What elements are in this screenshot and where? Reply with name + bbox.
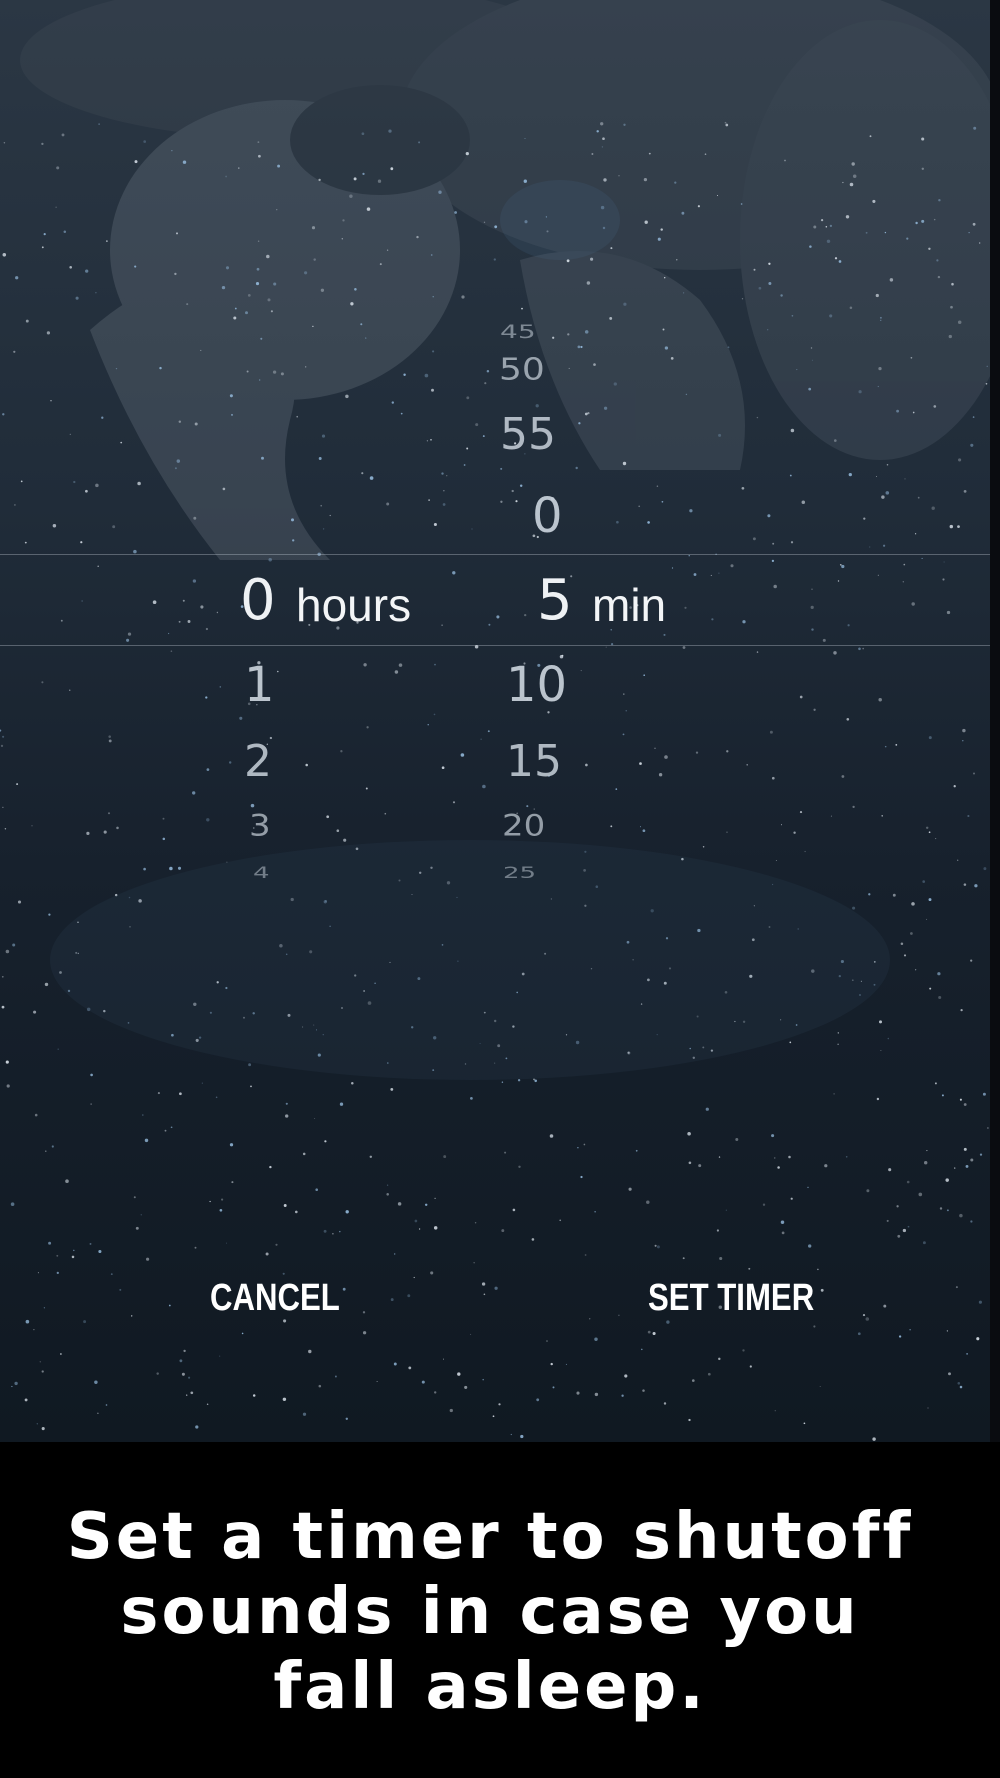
hours-option[interactable]: 2 [244, 740, 272, 784]
selection-top-line [0, 554, 990, 555]
hours-unit-label: hours [296, 579, 412, 631]
minutes-option[interactable]: 25 [503, 865, 536, 881]
starfield-background [0, 0, 990, 1441]
set-timer-button[interactable]: SET TIMER [648, 1277, 814, 1320]
minutes-unit-label: min [592, 579, 667, 631]
minutes-option[interactable]: 45 [500, 323, 536, 341]
minutes-option[interactable]: 10 [506, 661, 567, 709]
minutes-selected-value[interactable]: 5 [537, 573, 573, 629]
hours-option[interactable]: 4 [253, 865, 270, 881]
cancel-button[interactable]: CANCEL [210, 1277, 340, 1320]
selection-bottom-line [0, 645, 990, 646]
hours-selected-value[interactable]: 0 [240, 573, 276, 629]
hours-option[interactable]: 3 [249, 812, 271, 841]
caption-line: Set a timer to shutoff [66, 1500, 914, 1574]
hours-option[interactable]: 1 [244, 661, 275, 709]
screen-edge [990, 0, 1000, 1442]
caption-line: sounds in case you [120, 1575, 860, 1649]
promo-caption: Set a timer to shutoff sounds in case yo… [40, 1500, 940, 1725]
minutes-option[interactable]: 20 [502, 812, 545, 841]
minutes-option[interactable]: 55 [500, 413, 556, 457]
minutes-option[interactable]: 15 [506, 740, 562, 784]
minutes-option[interactable]: 50 [499, 354, 545, 386]
caption-band: Set a timer to shutoff sounds in case yo… [0, 1442, 1000, 1778]
caption-line: fall asleep. [273, 1650, 707, 1724]
app-screen: 0 hours 1 2 3 4 45 50 55 0 5 min 10 15 2… [0, 0, 1000, 1778]
timer-screen: 0 hours 1 2 3 4 45 50 55 0 5 min 10 15 2… [0, 0, 990, 1442]
minutes-option[interactable]: 0 [532, 492, 563, 540]
